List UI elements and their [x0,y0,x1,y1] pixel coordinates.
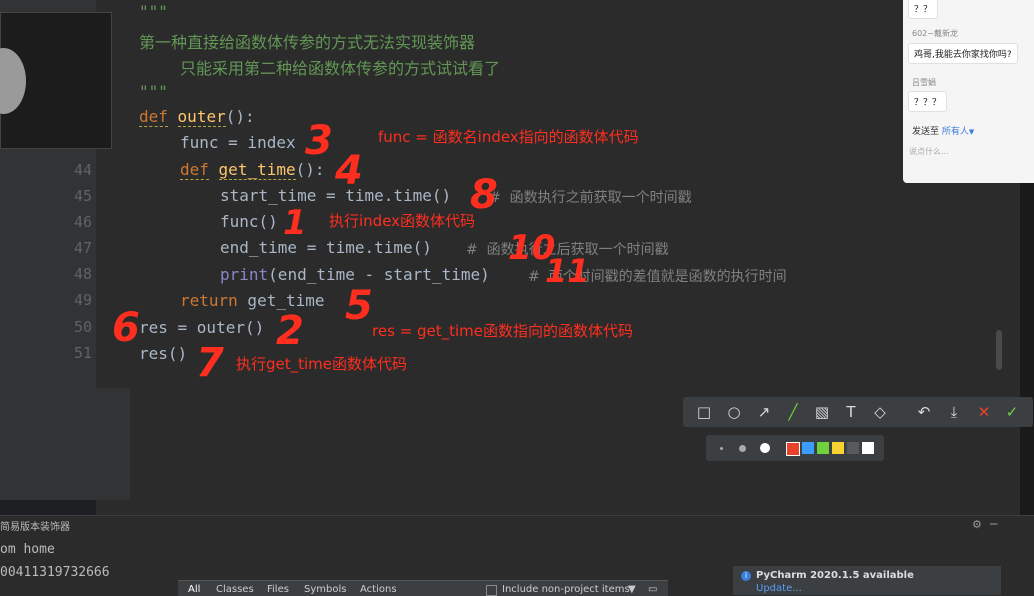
step-number-11: 11 [545,252,590,290]
code-line-def-outer: def outer(): [139,107,255,127]
search-everywhere-bar: All Classes Files Symbols Actions Includ… [178,580,668,596]
docstring-open: """ [139,2,168,21]
presenter-avatar [0,48,26,114]
download-icon[interactable]: ⤓ [945,403,963,421]
brush-size-large[interactable] [760,443,770,453]
chat-sender: 602~戴新龙 [912,29,958,38]
brush-size-small[interactable] [720,447,723,450]
color-swatch[interactable] [847,442,859,454]
annotation-toolbar: □ ○ ↗ ╱ ▧ T ◇ ↶ ⤓ ✕ ✓ [683,397,1033,427]
confirm-icon[interactable]: ✓ [1003,403,1021,421]
undo-icon[interactable]: ↶ [915,403,933,421]
close-icon[interactable]: ✕ [975,403,993,421]
docstring-line: 第一种直接给函数体传参的方式无法实现装饰器 [139,33,476,52]
builtin-print: print [220,265,269,284]
line-number: 46 [73,213,92,231]
color-swatch[interactable] [832,442,844,454]
circle-tool-icon[interactable]: ○ [725,403,743,421]
include-checkbox-label: Include non-project items [502,584,630,595]
code-line: func = index [180,133,296,152]
send-to-dropdown[interactable]: 所有人 [942,127,969,137]
step-number-1: 1 [283,203,307,243]
tag-tool-icon[interactable]: ◇ [871,403,889,421]
code-line: func() [220,212,278,231]
send-to-row[interactable]: 发送至 所有人▼ [912,124,974,137]
notification-title: PyCharm 2020.1.5 available [756,570,914,581]
open-in-window-icon[interactable]: ▭ [648,584,657,595]
line-number: 49 [73,291,92,309]
code-args: (end_time - start_time) [268,265,490,284]
update-notification[interactable]: i PyCharm 2020.1.5 available Update... [733,566,1001,595]
line-number: 48 [73,265,92,283]
update-link[interactable]: Update... [756,583,802,594]
chevron-down-icon: ▼ [968,128,975,136]
color-swatch[interactable] [862,442,874,454]
color-swatch[interactable] [817,442,829,454]
gear-icon[interactable]: ⚙ [972,518,982,531]
editor-scrollbar[interactable] [996,330,1002,370]
docstring-line: 只能采用第二种给函数体传参的方式试试看了 [180,59,501,78]
function-name: outer [177,107,226,127]
search-tab-symbols[interactable]: Symbols [304,584,346,595]
search-tab-all[interactable]: All [188,584,200,595]
line-number: 50 [73,318,92,336]
function-name: get_time [218,160,296,180]
code-punct: (): [225,107,255,126]
mosaic-tool-icon[interactable]: ▧ [813,403,831,421]
code-line-print: print(end_time - start_time) [220,265,490,284]
brush-size-medium[interactable] [739,445,746,452]
webcam-overlay [0,12,112,149]
keyword-def: def [180,160,209,180]
step-number-2: 2 [276,308,304,354]
annotation-exec-index: 执行index函数体代码 [329,212,476,230]
step-number-7: 7 [196,340,224,386]
code-line: end_time = time.time() [220,238,432,257]
step-number-6: 6 [112,305,140,351]
keyword-return: return [180,291,238,310]
include-checkbox[interactable] [486,585,497,596]
pen-tool-icon[interactable]: ╱ [784,403,802,421]
annotation-func: func = 函数名index指向的函数体代码 [378,128,639,146]
text-tool-icon[interactable]: T [842,403,860,421]
chat-panel: ？？ 602~戴新龙 鸡哥,我能去你家找你吗? 吕雪娟 ？？？ 发送至 所有人▼… [903,0,1034,183]
search-tab-actions[interactable]: Actions [360,584,397,595]
send-to-label: 发送至 [912,127,940,137]
filter-icon[interactable]: ▼ [628,584,636,595]
step-number-3: 3 [305,118,333,164]
docstring-close: """ [139,82,168,101]
code-line-current[interactable]: res() [139,344,187,363]
keyword-def: def [139,107,168,127]
search-tab-files[interactable]: Files [267,584,289,595]
line-number: 47 [73,239,92,257]
info-icon: i [741,571,751,581]
code-comment: # 函数执行之前获取一个时间戳 [489,190,692,206]
line-number: 45 [73,187,92,205]
color-palette [706,435,884,461]
line-number: 51 [73,344,92,362]
annotation-res: res = get_time函数指向的函数体代码 [372,322,634,340]
color-swatch[interactable] [802,442,814,454]
code-line: res = outer() [139,318,265,337]
chat-message: ？？？ [908,91,948,112]
step-number-4: 4 [335,148,363,194]
console-output-line: 00411319732666 [0,565,110,580]
chat-message: 鸡哥,我能去你家找你吗? [908,43,1018,64]
minimize-icon[interactable]: ─ [990,517,997,531]
run-tab[interactable]: 简易版本装饰器 [0,515,84,538]
color-swatch[interactable] [786,442,800,456]
search-tab-classes[interactable]: Classes [216,584,254,595]
step-number-5: 5 [345,283,373,329]
line-number: 44 [73,161,92,179]
annotation-exec-get-time: 执行get_time函数体代码 [236,355,408,373]
chat-sender: 吕雪娟 [912,78,936,87]
console-output-line: om home [0,542,55,557]
code-line-def-get-time: def get_time(): [180,160,325,180]
step-number-8: 8 [470,172,498,218]
arrow-tool-icon[interactable]: ↗ [755,403,773,421]
rectangle-tool-icon[interactable]: □ [695,403,713,421]
chat-message: ？？ [908,0,939,19]
chat-input[interactable]: 说点什么... [909,146,949,157]
